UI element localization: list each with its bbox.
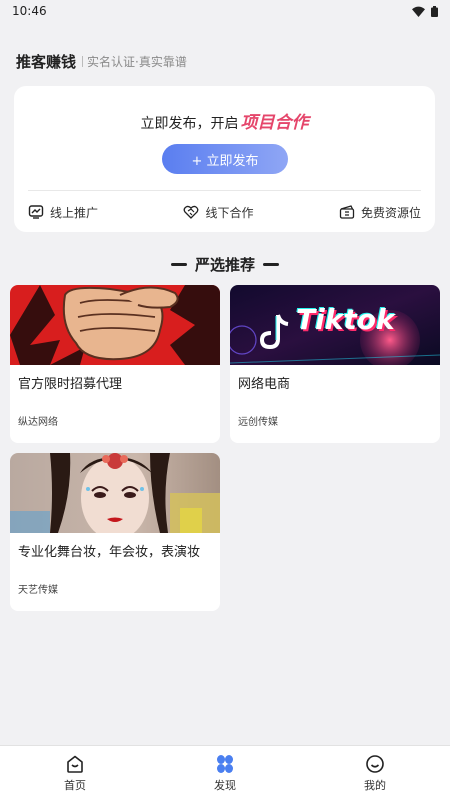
pointing-fist-image xyxy=(10,285,220,365)
wifi-icon xyxy=(412,6,425,17)
nav-item-profile-label: 我的 xyxy=(364,778,386,792)
stage-makeup-image xyxy=(10,453,220,533)
publish-card-tabs: 线上推广 线下合作 免费资源位 xyxy=(28,200,421,224)
battery-icon xyxy=(431,5,438,17)
tab-online-promo-label: 线上推广 xyxy=(50,205,99,220)
recommendation-card[interactable]: Tiktok 网络电商 远创传媒 xyxy=(230,285,440,443)
profile-icon xyxy=(366,754,384,773)
publish-prompt-text: 立即发布，开启 xyxy=(140,116,239,132)
tab-offline-coop-label: 线下合作 xyxy=(205,205,254,220)
recommendation-company: 天艺传媒 xyxy=(18,585,58,596)
recommendation-company: 远创传媒 xyxy=(238,417,278,428)
nav-item-home-label: 首页 xyxy=(64,778,86,792)
nav-item-discover[interactable]: 发现 xyxy=(185,754,265,793)
ticket-icon xyxy=(339,205,355,219)
nav-item-profile[interactable]: 我的 xyxy=(335,754,415,793)
title-dash-left xyxy=(170,262,187,266)
recommendation-title: 专业化舞台妆，年会妆，表演妆 xyxy=(18,545,201,560)
status-icons xyxy=(412,5,438,17)
online-promo-icon xyxy=(28,205,44,219)
card-divider xyxy=(28,190,421,191)
tab-free-resources-label: 免费资源位 xyxy=(360,205,421,220)
title-dash-right xyxy=(263,262,279,266)
publish-card: 立即发布，开启 项目合作 + 立即发布 线上推广 线下合作 免费资源位 xyxy=(14,86,435,232)
tiktok-banner-text: Tiktok xyxy=(296,303,395,336)
tab-free-resources[interactable]: 免费资源位 xyxy=(339,204,421,221)
publish-highlight: 项目合作 xyxy=(240,113,309,133)
publish-prompt: 立即发布，开启 项目合作 xyxy=(14,108,435,133)
brand-slogan: 实名认证·真实靠谱 xyxy=(82,53,187,70)
section-title-text: 严选推荐 xyxy=(194,255,255,274)
tiktok-banner-image: Tiktok xyxy=(230,285,440,365)
brand-slogan-text: 实名认证·真实靠谱 xyxy=(87,54,187,69)
recommendation-card[interactable]: 官方限时招募代理 纵达网络 xyxy=(10,285,220,443)
recommendation-title: 官方限时招募代理 xyxy=(18,377,123,392)
recommendation-card[interactable]: 专业化舞台妆，年会妆，表演妆 天艺传媒 xyxy=(10,453,220,611)
nav-item-discover-label: 发现 xyxy=(214,778,236,792)
nav-item-home[interactable]: 首页 xyxy=(35,754,115,793)
app-header: 推客赚钱 实名认证·真实靠谱 xyxy=(16,50,187,72)
discover-icon xyxy=(217,754,233,773)
publish-button[interactable]: + 立即发布 xyxy=(162,144,288,174)
recommendation-company: 纵达网络 xyxy=(18,417,58,428)
status-time: 10:46 xyxy=(12,4,47,18)
tab-offline-coop[interactable]: 线下合作 xyxy=(183,204,254,221)
status-bar: 10:46 xyxy=(0,0,450,22)
recommendation-title: 网络电商 xyxy=(238,377,291,392)
handshake-icon xyxy=(184,205,199,219)
section-title: 严选推荐 xyxy=(0,252,450,276)
brand-title: 推客赚钱 xyxy=(16,52,77,71)
bottom-nav: 首页 发现 我的 xyxy=(0,745,450,800)
tab-online-promo[interactable]: 线上推广 xyxy=(28,204,98,221)
home-icon xyxy=(67,755,83,773)
